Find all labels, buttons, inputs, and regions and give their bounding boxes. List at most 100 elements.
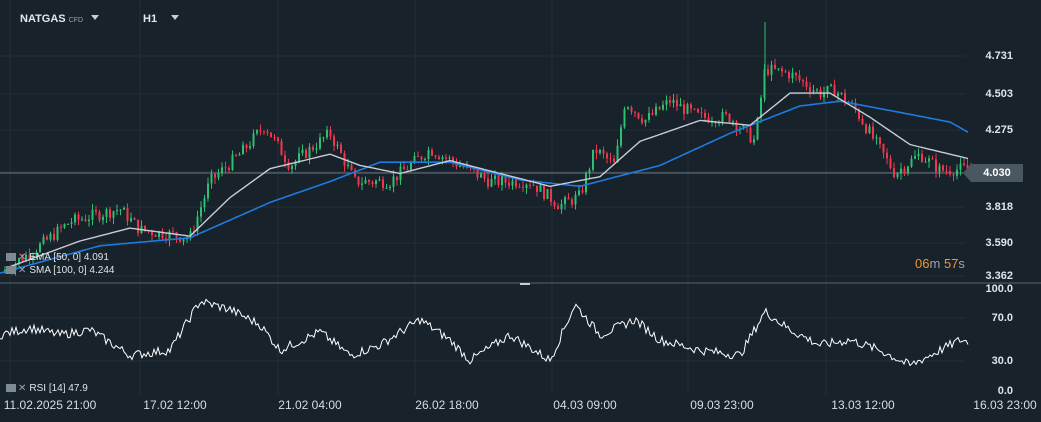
candle-body (431, 150, 433, 156)
candle-body (508, 182, 510, 186)
timeframe-selector[interactable]: H1 (143, 13, 180, 25)
symbol-selector[interactable]: NATGAS CFD (20, 13, 100, 25)
candle-body (231, 154, 234, 170)
candle-body (228, 168, 230, 170)
chevron-down-icon (91, 15, 100, 20)
rsi-axis-label: 70.0 (991, 312, 1013, 324)
time-axis-label: 17.02 12:00 (143, 398, 207, 412)
candle-body (291, 165, 293, 170)
candle-body (95, 209, 97, 212)
candle-body (441, 157, 444, 160)
candle-body (438, 156, 440, 160)
candle-body (280, 141, 283, 156)
candle-body (326, 129, 328, 138)
symbol-label: NATGAS (20, 13, 66, 25)
candle-body (371, 181, 374, 184)
candle-body (427, 150, 430, 160)
candle-body (130, 218, 132, 222)
candle-body (725, 112, 727, 114)
candle-body (137, 219, 139, 234)
candle-body (249, 146, 251, 149)
candle-body (924, 161, 927, 163)
trading-chart[interactable]: NATGAS CFD H1 ✕ EMA [50, 0] 4.091 ✕ SMA [10… (0, 0, 1041, 422)
candle-body (833, 84, 836, 97)
candle-body (777, 68, 780, 70)
candle-body (347, 164, 349, 166)
candle-body (119, 209, 122, 211)
candle-body (774, 64, 776, 69)
candle-body (599, 150, 601, 153)
close-icon[interactable]: ✕ (18, 383, 26, 394)
candle-body (634, 111, 636, 113)
candle-body (483, 173, 486, 179)
ema-legend[interactable]: ✕ EMA [50, 0] 4.091 (6, 252, 109, 263)
candle-body (490, 178, 493, 187)
candle-body (679, 104, 682, 107)
candle-body (893, 168, 895, 177)
candle-body (396, 176, 398, 181)
candle-body (917, 153, 920, 157)
candle-body (532, 184, 535, 186)
candle-body (837, 93, 839, 97)
candle-body (126, 207, 129, 222)
candle-body (123, 207, 125, 210)
candle-body (805, 81, 808, 88)
candle-body (445, 157, 447, 159)
candle-body (529, 184, 531, 186)
candle-body (392, 176, 395, 187)
candle-body (536, 185, 538, 192)
close-icon[interactable]: ✕ (18, 265, 26, 276)
candle-body (277, 137, 279, 142)
candle-body (571, 199, 573, 205)
candle-body (560, 204, 563, 210)
time-axis-label: 13.03 12:00 (831, 398, 895, 412)
candle-body (406, 169, 409, 171)
candle-body (585, 173, 587, 193)
candle-body (273, 137, 276, 139)
candle-body (389, 186, 391, 188)
close-icon[interactable]: ✕ (18, 252, 26, 263)
candle-body (623, 108, 626, 128)
candle-body (676, 99, 678, 107)
candle-body (350, 164, 353, 171)
candle-body (385, 187, 388, 189)
timer-min-unit: m (929, 256, 941, 271)
time-axis-label: 21.02 04:00 (278, 398, 342, 412)
candle-body (861, 119, 864, 125)
candle-body (203, 198, 206, 208)
price-axis-label: 4.731 (985, 50, 1013, 62)
candle-body (49, 233, 52, 240)
candle-body (522, 186, 524, 188)
candle-body (91, 209, 94, 220)
candle-body (543, 185, 545, 199)
candle-body (942, 165, 944, 171)
settings-icon[interactable] (6, 384, 16, 392)
candle-body (578, 190, 580, 195)
candle-body (840, 92, 843, 94)
candle-body (336, 144, 339, 146)
rsi-line (0, 298, 969, 367)
candle-body (210, 173, 213, 184)
candle-body (770, 64, 773, 75)
candle-body (74, 214, 76, 223)
ema-label: EMA [50, 0] 4.091 (29, 252, 109, 263)
candle-body (448, 157, 451, 159)
candle-body (784, 71, 787, 73)
candle-body (39, 243, 41, 253)
settings-icon[interactable] (6, 266, 16, 274)
candle-body (245, 144, 248, 149)
candle-body (648, 112, 650, 120)
candle-body (949, 170, 951, 175)
sma-legend[interactable]: ✕ SMA [100, 0] 4.244 (6, 265, 114, 276)
candle-body (235, 154, 237, 156)
candle-body (403, 166, 405, 170)
candle-body (224, 167, 227, 169)
candle-body (875, 137, 878, 139)
settings-icon[interactable] (6, 253, 16, 261)
chart-canvas[interactable] (0, 0, 1041, 422)
rsi-legend[interactable]: ✕ RSI [14] 47.9 (6, 383, 88, 394)
candle-body (658, 106, 661, 110)
candle-body (550, 189, 552, 202)
candle-body (378, 179, 381, 181)
candle-body (298, 153, 300, 162)
